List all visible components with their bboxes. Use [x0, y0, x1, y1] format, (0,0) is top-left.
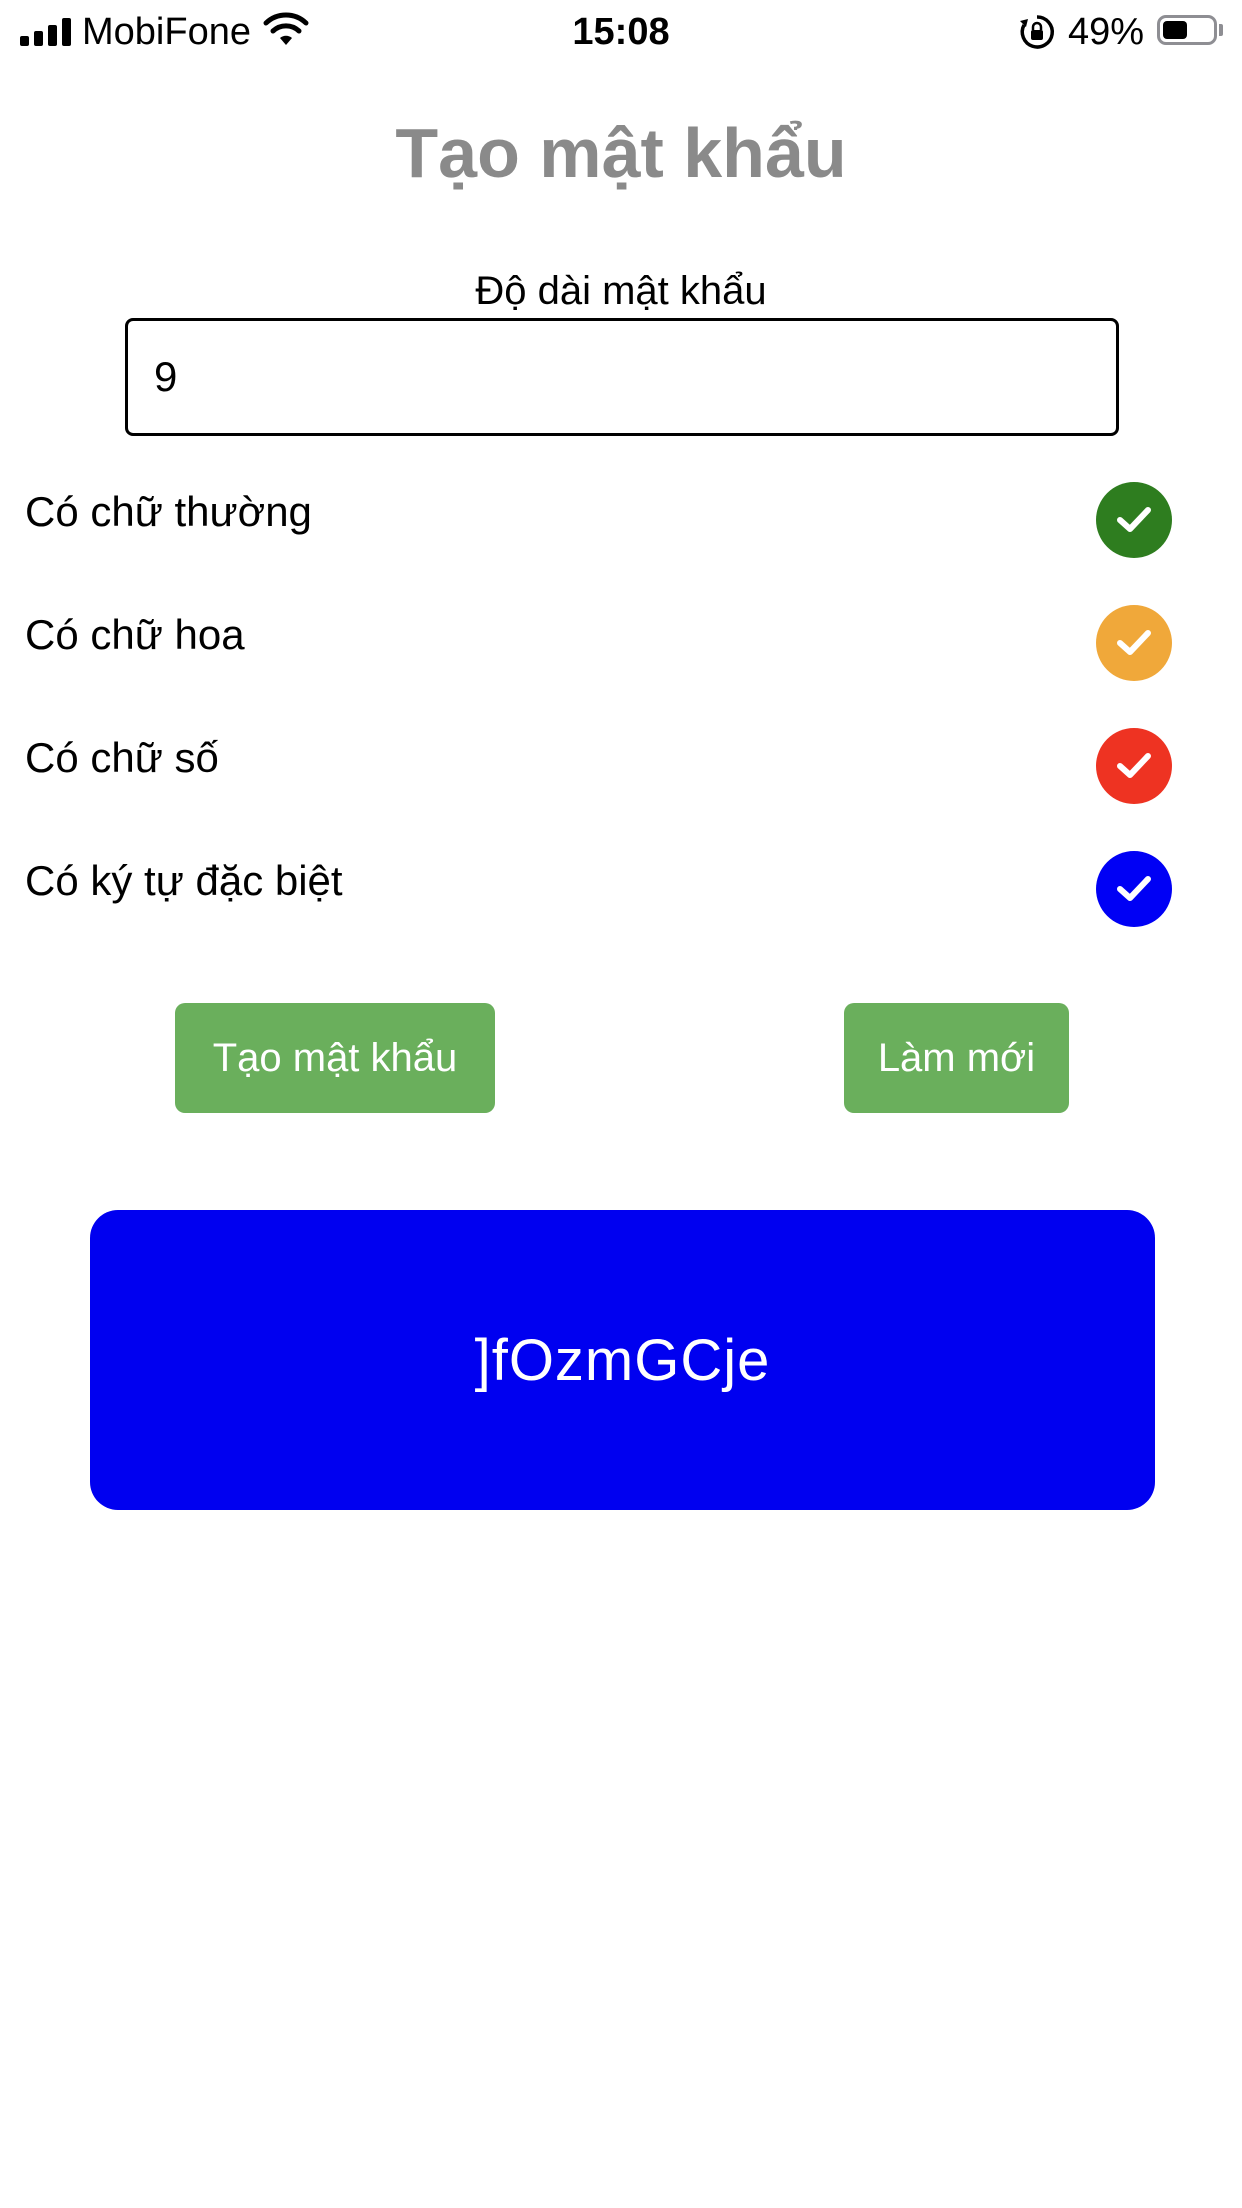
option-lowercase: Có chữ thường	[25, 482, 1175, 562]
password-result-box: ]fOzmGCje	[90, 1210, 1155, 1510]
check-icon	[1117, 507, 1151, 532]
check-icon	[1117, 753, 1151, 778]
length-input[interactable]	[125, 318, 1119, 436]
option-label: Có chữ thường	[25, 488, 312, 535]
option-label: Có ký tự đặc biệt	[25, 857, 343, 904]
battery-level	[1163, 21, 1187, 39]
check-icon	[1117, 876, 1151, 901]
option-uppercase: Có chữ hoa	[25, 605, 1175, 685]
battery-icon	[1157, 15, 1217, 45]
option-label: Có chữ hoa	[25, 611, 245, 658]
status-bar: MobiFone 15:08 49%	[0, 0, 1242, 64]
generate-button[interactable]: Tạo mật khẩu	[175, 1003, 495, 1113]
option-special: Có ký tự đặc biệt	[25, 851, 1175, 931]
digits-toggle[interactable]	[1096, 728, 1172, 804]
uppercase-toggle[interactable]	[1096, 605, 1172, 681]
battery-tip	[1219, 24, 1223, 36]
rotation-lock-icon	[1018, 13, 1056, 56]
length-label: Độ dài mật khẩu	[475, 269, 767, 313]
reset-button[interactable]: Làm mới	[844, 1003, 1069, 1113]
generated-password: ]fOzmGCje	[474, 1327, 771, 1393]
lowercase-toggle[interactable]	[1096, 482, 1172, 558]
password-generator-screen: MobiFone 15:08 49% Tạo mật khẩu Độ dài m…	[0, 0, 1242, 2208]
check-icon	[1117, 630, 1151, 655]
option-label: Có chữ số	[25, 734, 219, 781]
special-toggle[interactable]	[1096, 851, 1172, 927]
option-digits: Có chữ số	[25, 728, 1175, 808]
page-title: Tạo mật khẩu	[395, 114, 847, 192]
battery-percent: 49%	[1068, 11, 1145, 53]
